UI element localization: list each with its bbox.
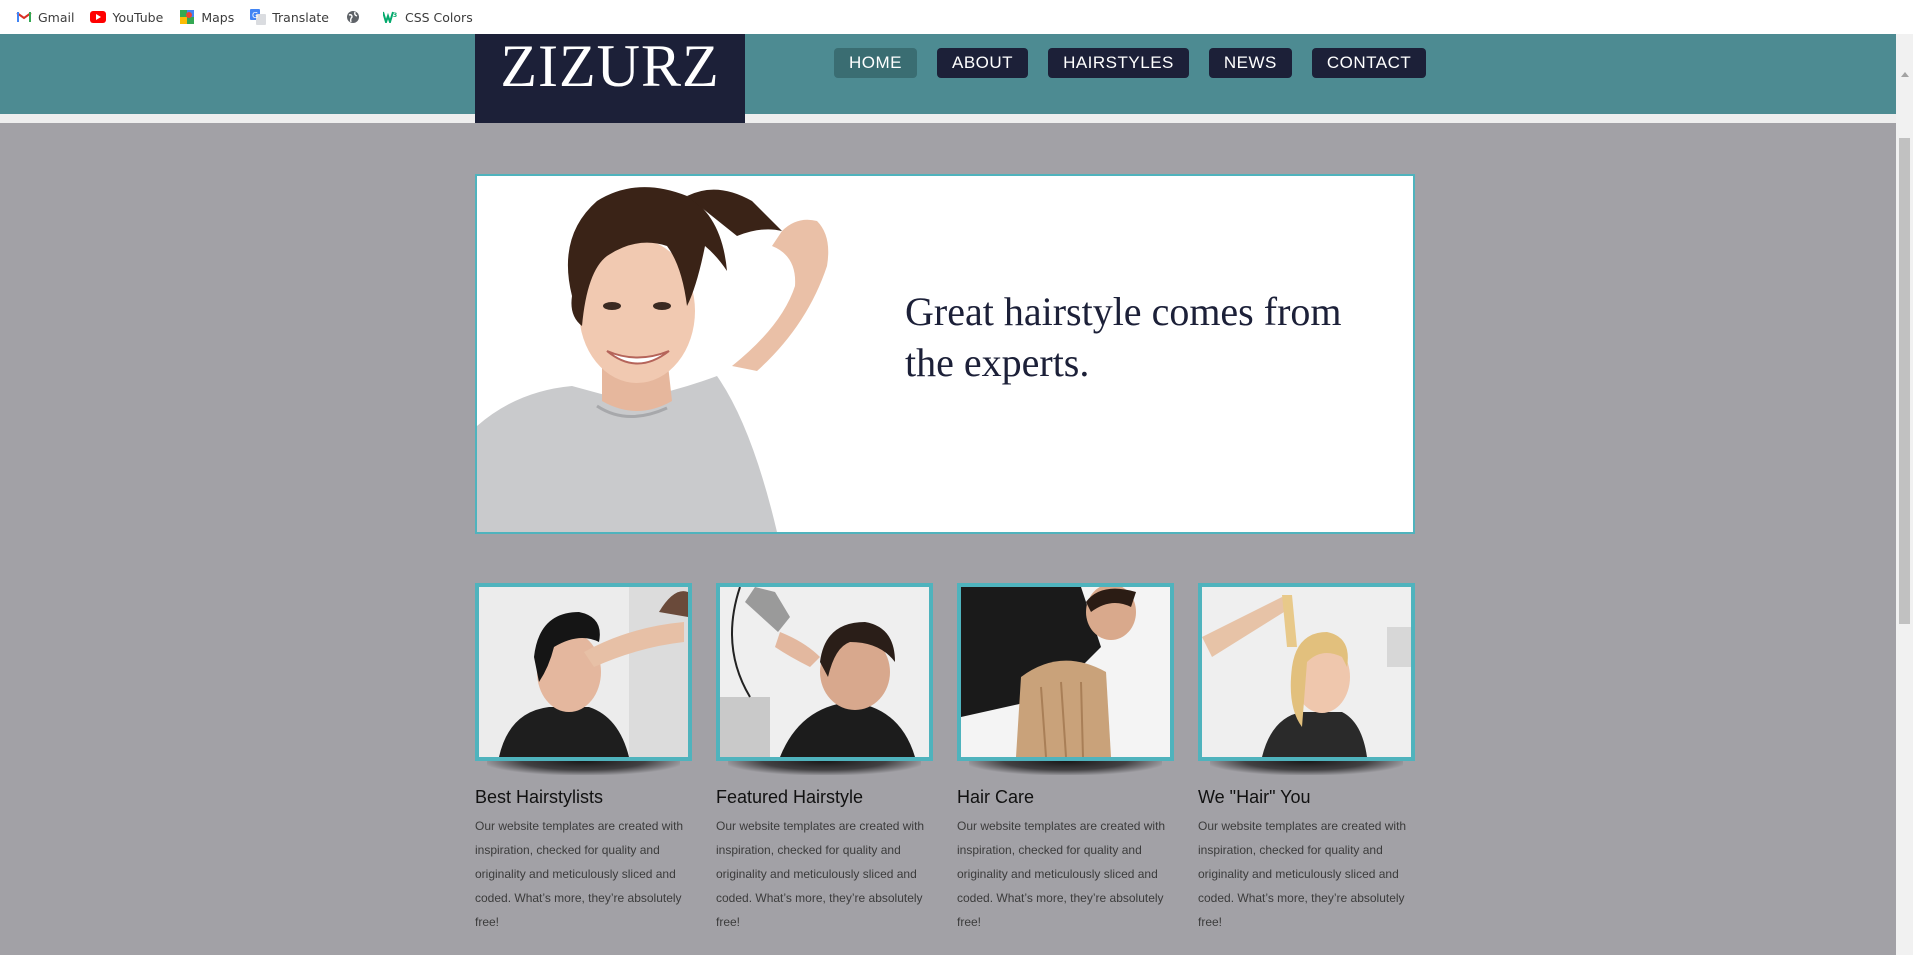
feature-title: Hair Care (957, 787, 1035, 807)
nav-hairstyles[interactable]: HAIRSTYLES (1048, 48, 1189, 78)
bookmark-youtube[interactable]: YouTube (82, 4, 171, 30)
feature-card: We "Hair" You Our website templates are … (1198, 583, 1415, 934)
thumb-shadow (969, 761, 1162, 775)
hero-banner: Great hairstyle comes from the experts. (475, 174, 1415, 534)
feature-text: Our website templates are created with i… (716, 819, 925, 929)
nav-contact[interactable]: CONTACT (1311, 48, 1427, 78)
nav-home[interactable]: HOME (834, 48, 917, 78)
thumb-shadow (728, 761, 921, 775)
bookmarks-bar: Gmail YouTube Maps G Translate 3 CSS Col… (0, 0, 1913, 34)
main-nav: HOME ABOUT HAIRSTYLES NEWS CONTACT (834, 48, 1427, 78)
bookmark-translate[interactable]: G Translate (242, 4, 337, 30)
nav-news[interactable]: NEWS (1208, 48, 1292, 78)
thumb-shadow (1210, 761, 1403, 775)
bookmark-gmail[interactable]: Gmail (8, 4, 82, 30)
feature-image-featured[interactable] (716, 583, 933, 761)
feature-title: Featured Hairstyle (716, 787, 864, 807)
svg-text:G: G (252, 11, 258, 20)
feature-image-hair-care[interactable] (957, 583, 1174, 761)
site-logo[interactable]: ZIZURZ (475, 34, 745, 123)
translate-icon: G (250, 9, 267, 25)
svg-text:3: 3 (393, 12, 397, 19)
scroll-up-arrow-icon[interactable] (1901, 72, 1909, 77)
bookmark-label: Gmail (38, 9, 75, 25)
feature-image-we-hair-you[interactable] (1198, 583, 1415, 761)
feature-text: Our website templates are created with i… (1198, 819, 1407, 929)
bookmark-maps[interactable]: Maps (171, 4, 242, 30)
bookmark-label: Maps (201, 9, 235, 25)
feature-card: Hair Care Our website templates are crea… (957, 583, 1174, 934)
bookmark-label: CSS Colors (404, 9, 473, 25)
feature-image-hairstylist[interactable] (475, 583, 692, 761)
feature-card: Best Hairstylists Our website templates … (475, 583, 692, 934)
hero-woman-image (477, 176, 857, 532)
header-divider (0, 114, 1896, 123)
feature-title: Best Hairstylists (475, 787, 604, 807)
globe-icon (345, 9, 361, 25)
bookmark-globe[interactable] (337, 4, 375, 30)
youtube-icon (90, 9, 107, 25)
feature-text: Our website templates are created with i… (957, 819, 1166, 929)
page-scrollbar[interactable] (1896, 34, 1913, 955)
bookmark-css-colors[interactable]: 3 CSS Colors (375, 4, 481, 30)
feature-title: We "Hair" You (1198, 787, 1311, 807)
feature-card: Featured Hairstyle Our website templates… (716, 583, 933, 934)
bookmark-label: YouTube (112, 9, 164, 25)
bookmark-label: Translate (272, 9, 329, 25)
maps-icon (179, 9, 195, 25)
scrollbar-thumb[interactable] (1899, 138, 1910, 624)
feature-text: Our website templates are created with i… (475, 819, 684, 929)
gmail-icon (16, 9, 32, 25)
thumb-shadow (487, 761, 680, 775)
w3schools-icon: 3 (382, 9, 399, 25)
nav-about[interactable]: ABOUT (937, 48, 1029, 78)
feature-row: Best Hairstylists Our website templates … (475, 583, 1415, 934)
hero-tagline: Great hairstyle comes from the experts. (905, 289, 1342, 385)
